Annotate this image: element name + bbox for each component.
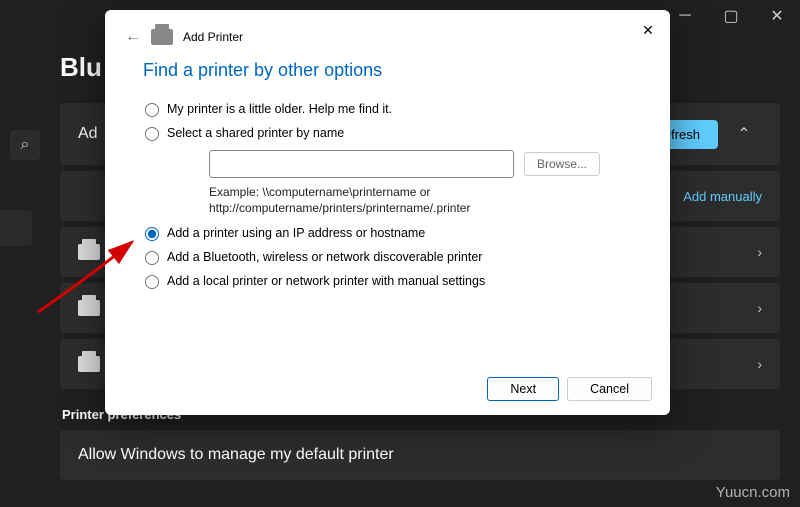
radio-bluetooth[interactable] (145, 251, 159, 265)
allow-default-label: Allow Windows to manage my default print… (78, 446, 394, 464)
add-printer-label: Ad (78, 125, 98, 143)
add-manually-link[interactable]: Add manually (683, 189, 762, 204)
printer-icon (151, 29, 173, 45)
search-icon[interactable]: ⌕ (10, 130, 40, 160)
dialog-subtitle: Find a printer by other options (105, 50, 670, 93)
watermark: Yuucn.com (716, 484, 790, 501)
dialog-footer: Next Cancel (105, 367, 670, 415)
chevron-right-icon: › (757, 356, 762, 372)
allow-default-card[interactable]: Allow Windows to manage my default print… (60, 430, 780, 480)
radio-local[interactable] (145, 275, 159, 289)
chevron-right-icon: › (757, 300, 762, 316)
option-ip-hostname[interactable]: Add a printer using an IP address or hos… (145, 226, 630, 241)
dialog-header: ← Add Printer (105, 10, 670, 50)
option-label: My printer is a little older. Help me fi… (167, 102, 392, 116)
radio-ip[interactable] (145, 227, 159, 241)
maximize-button[interactable]: ▢ (708, 0, 754, 32)
next-button[interactable]: Next (487, 377, 559, 401)
option-bluetooth[interactable]: Add a Bluetooth, wireless or network dis… (145, 250, 630, 265)
radio-older[interactable] (145, 103, 159, 117)
printer-icon (78, 356, 100, 372)
dialog-title: Add Printer (183, 30, 243, 44)
option-local-manual[interactable]: Add a local printer or network printer w… (145, 274, 630, 289)
option-label: Select a shared printer by name (167, 126, 344, 140)
option-older-printer[interactable]: My printer is a little older. Help me fi… (145, 102, 630, 117)
back-arrow-icon[interactable]: ← (125, 28, 141, 46)
chevron-right-icon: › (757, 244, 762, 260)
cancel-button[interactable]: Cancel (567, 377, 652, 401)
option-label: Add a Bluetooth, wireless or network dis… (167, 250, 482, 264)
example-text: Example: \\computername\printername or h… (209, 184, 539, 216)
browse-button[interactable]: Browse... (524, 152, 600, 176)
option-label: Add a local printer or network printer w… (167, 274, 485, 288)
add-printer-dialog: ✕ ← Add Printer Find a printer by other … (105, 10, 670, 415)
printer-icon (78, 244, 100, 260)
close-window-button[interactable]: ✕ (754, 0, 800, 32)
radio-shared[interactable] (145, 127, 159, 141)
sidebar-selected (0, 210, 32, 246)
chevron-up-icon[interactable]: ⌃ (726, 117, 762, 151)
printer-icon (78, 300, 100, 316)
close-icon[interactable]: ✕ (636, 18, 660, 42)
option-shared-printer[interactable]: Select a shared printer by name (145, 126, 630, 141)
shared-printer-input[interactable] (209, 150, 514, 178)
option-label: Add a printer using an IP address or hos… (167, 226, 425, 240)
